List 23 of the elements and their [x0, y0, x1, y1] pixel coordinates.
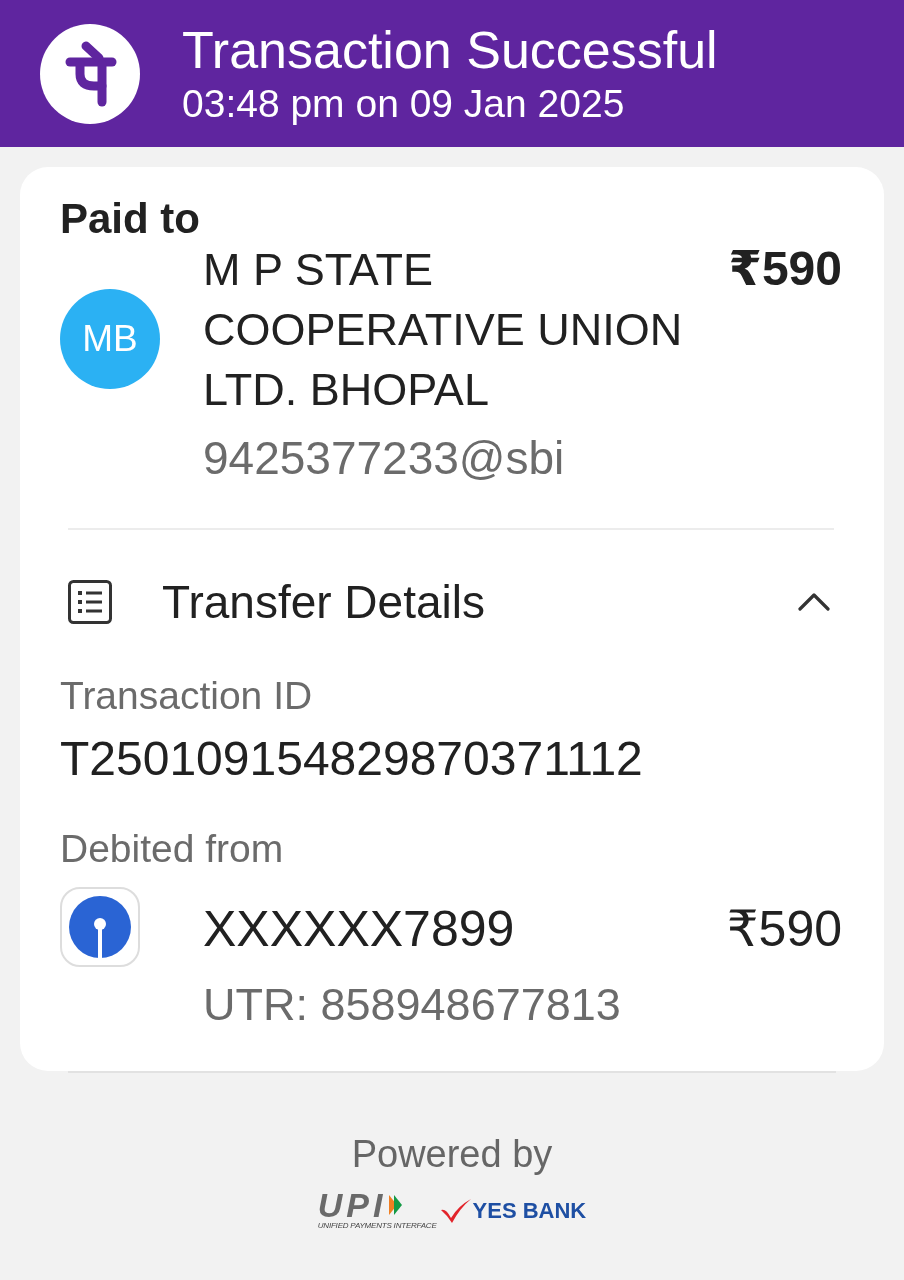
avatar: MB: [60, 289, 160, 389]
field-label: Transaction ID: [60, 674, 314, 718]
chevron-icon[interactable]: [798, 593, 830, 611]
powered-by-text: Powered by: [351, 1132, 553, 1176]
field-label: Debited from: [60, 827, 285, 871]
header-title: Transaction Successful: [182, 21, 718, 78]
bank-name: YES BANK: [472, 1198, 587, 1224]
account-number: XXXXXX7899: [203, 901, 516, 957]
bank-logo-icon: [60, 887, 140, 967]
transaction-id: T250109154829870371112: [60, 732, 644, 786]
list-icon: [68, 580, 112, 624]
logo-tagline: UNIFIED PAYMENTS INTERFACE: [317, 1221, 437, 1230]
payee-name: M P STATE COOPERATIVE UNION LTD. BHOPAL: [203, 243, 684, 417]
arrow-icon: [387, 1193, 404, 1217]
logo-icon: [40, 23, 140, 124]
debit-amount: ₹590: [726, 901, 842, 957]
upi-id: 9425377233@sbi: [203, 432, 566, 484]
section-title: Transfer Details: [162, 576, 486, 628]
amount: ₹590: [728, 241, 842, 297]
upi-logo-text: UPI: [317, 1190, 387, 1220]
utr-number: UTR: 858948677813: [203, 980, 622, 1030]
header-subtitle: 03:48 pm on 09 Jan 2025: [182, 81, 626, 126]
paid-to-label: Paid to: [60, 198, 201, 240]
